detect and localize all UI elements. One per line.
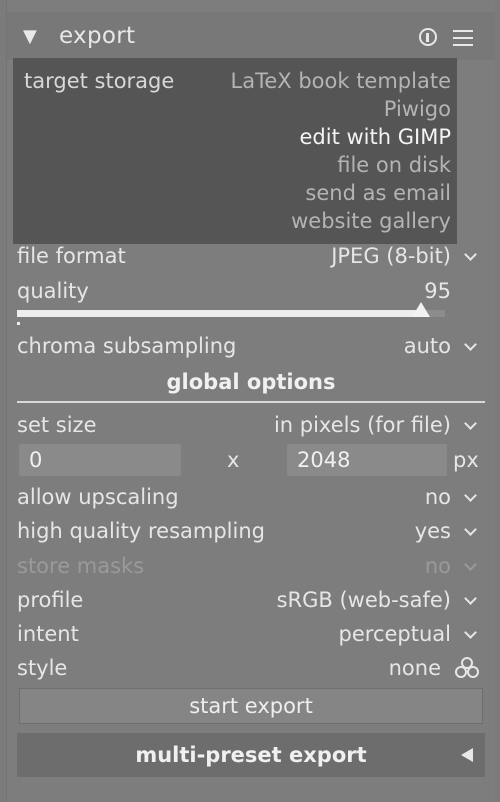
- resampling-label: high quality resampling: [17, 519, 265, 543]
- intent-row[interactable]: intent perceptual: [17, 619, 485, 649]
- set-size-value[interactable]: in pixels (for file): [274, 410, 451, 440]
- target-storage-dropdown[interactable]: target storage LaTeX book template Piwig…: [13, 58, 457, 244]
- target-storage-label: target storage: [24, 69, 175, 93]
- store-masks-label: store masks: [17, 554, 145, 578]
- slider-default-marker: [17, 322, 20, 325]
- high-quality-resampling-row[interactable]: high quality resampling yes: [17, 516, 485, 546]
- upscaling-value[interactable]: no: [425, 482, 451, 512]
- chroma-subsampling-row[interactable]: chroma subsampling auto: [17, 331, 485, 361]
- size-separator: x: [227, 448, 240, 472]
- chevron-down-icon: [464, 558, 477, 571]
- storage-option[interactable]: file on disk: [337, 153, 451, 177]
- storage-option[interactable]: Piwigo: [384, 97, 451, 121]
- chevron-down-icon[interactable]: [464, 489, 477, 502]
- module-title: export: [59, 23, 136, 49]
- file-format-row[interactable]: file format JPEG (8-bit): [17, 241, 485, 271]
- file-format-value[interactable]: JPEG (8-bit): [331, 241, 451, 271]
- chroma-label: chroma subsampling: [17, 334, 237, 358]
- collapse-arrow-icon[interactable]: ▼: [23, 26, 37, 47]
- profile-value[interactable]: sRGB (web-safe): [277, 585, 451, 615]
- storage-option[interactable]: LaTeX book template: [231, 69, 451, 93]
- size-unit: px: [453, 448, 479, 472]
- set-size-label: set size: [17, 413, 97, 437]
- start-export-button[interactable]: start export: [19, 688, 483, 724]
- chevron-down-icon[interactable]: [464, 248, 477, 261]
- style-label: style: [17, 656, 68, 680]
- width-input[interactable]: 0: [19, 444, 181, 476]
- presets-menu-icon[interactable]: [453, 30, 473, 46]
- storage-option[interactable]: send as email: [305, 181, 451, 205]
- info-icon[interactable]: [419, 28, 437, 46]
- expand-left-icon[interactable]: [461, 748, 473, 762]
- intent-label: intent: [17, 622, 79, 646]
- storage-option-selected[interactable]: edit with GIMP: [300, 125, 451, 149]
- export-module-panel: ▼ export file format JPEG (8-bit) qualit…: [6, 0, 495, 802]
- style-value[interactable]: none: [389, 653, 441, 683]
- file-format-label: file format: [17, 244, 126, 268]
- store-masks-value: no: [424, 554, 451, 578]
- intent-value[interactable]: perceptual: [339, 619, 451, 649]
- set-size-row[interactable]: set size in pixels (for file): [17, 410, 485, 440]
- profile-label: profile: [17, 588, 84, 612]
- quality-label: quality: [17, 279, 89, 303]
- height-input[interactable]: 2048: [287, 444, 447, 476]
- chevron-down-icon[interactable]: [464, 626, 477, 639]
- allow-upscaling-row[interactable]: allow upscaling no: [17, 482, 485, 512]
- store-masks-row: store masks no: [17, 551, 485, 581]
- style-apply-icon[interactable]: [455, 657, 481, 681]
- chevron-down-icon[interactable]: [464, 338, 477, 351]
- chevron-down-icon[interactable]: [464, 523, 477, 536]
- quality-slider-handle[interactable]: [412, 302, 430, 317]
- resampling-value[interactable]: yes: [415, 516, 451, 546]
- style-row[interactable]: style none: [17, 653, 485, 683]
- chroma-value[interactable]: auto: [404, 331, 451, 361]
- multi-preset-label: multi-preset export: [135, 743, 367, 767]
- upscaling-label: allow upscaling: [17, 485, 179, 509]
- global-options-title: global options: [166, 370, 336, 394]
- module-header[interactable]: ▼ export: [7, 12, 495, 60]
- chevron-down-icon[interactable]: [464, 417, 477, 430]
- storage-option[interactable]: website gallery: [291, 209, 451, 233]
- quality-slider-fill[interactable]: [17, 310, 421, 317]
- profile-row[interactable]: profile sRGB (web-safe): [17, 585, 485, 615]
- section-divider: [17, 401, 485, 403]
- chevron-down-icon[interactable]: [464, 592, 477, 605]
- multi-preset-export-button[interactable]: multi-preset export: [17, 733, 485, 777]
